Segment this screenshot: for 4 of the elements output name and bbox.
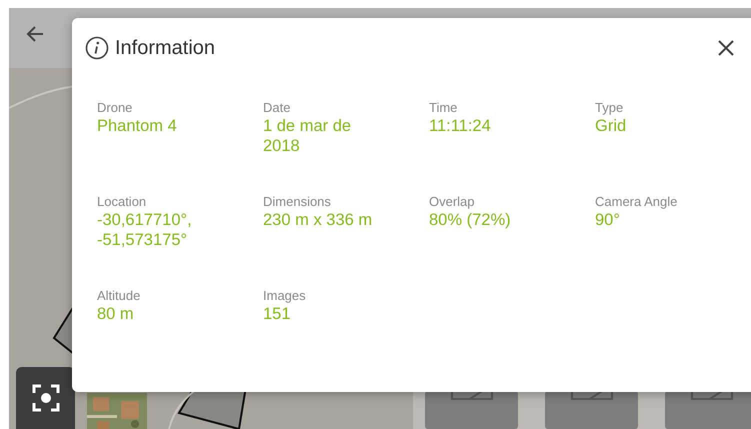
back-arrow-icon [26,25,44,43]
dialog-title: Information [115,36,216,60]
info-icon [85,36,109,60]
close-icon [718,40,734,56]
